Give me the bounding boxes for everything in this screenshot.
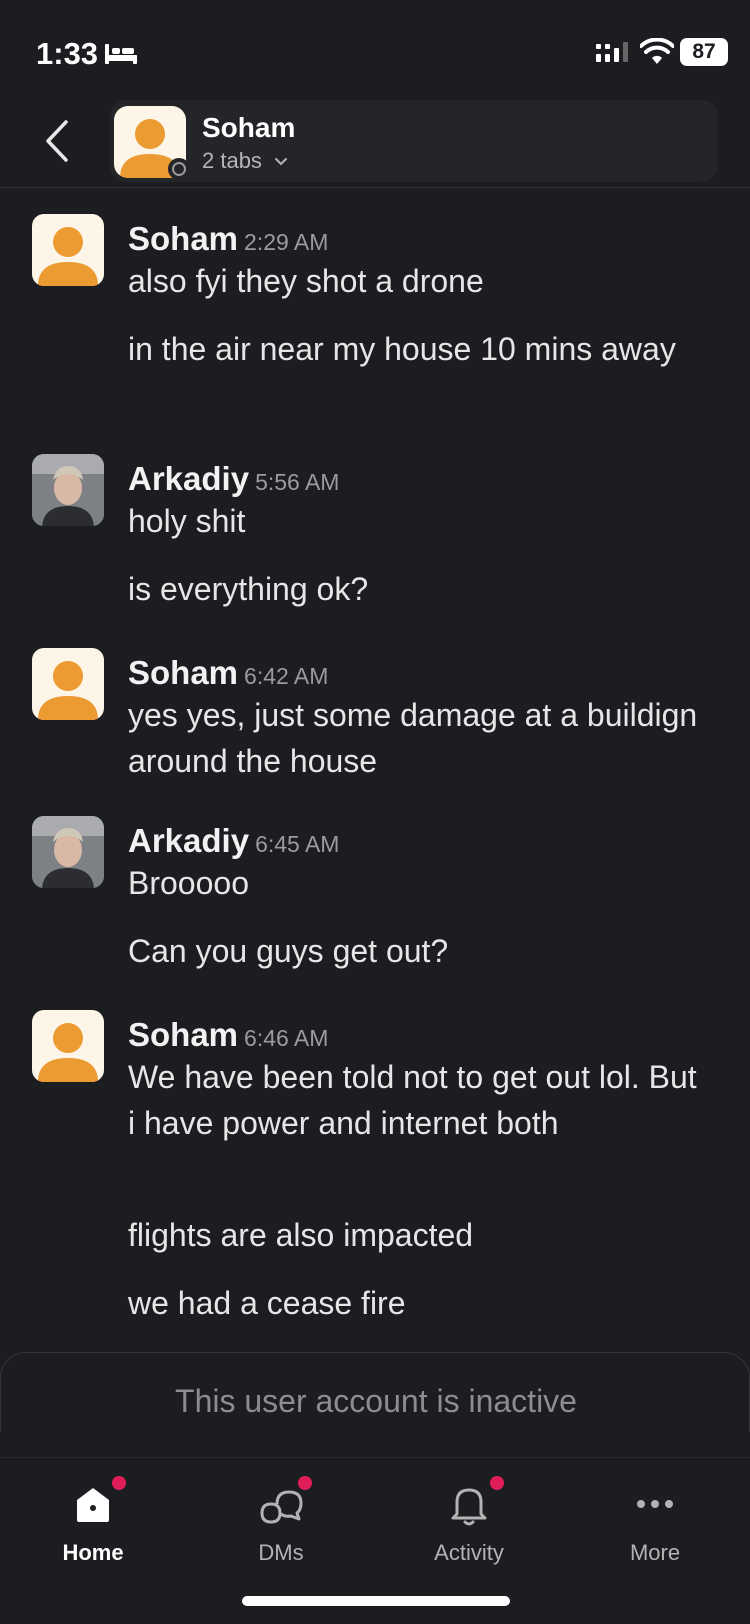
- tab-label: Home: [62, 1540, 124, 1565]
- default-avatar-icon: [38, 661, 98, 720]
- inactive-account-notice: This user account is inactive: [0, 1352, 750, 1432]
- message-header: Arkadiy 5:56 AM: [128, 460, 339, 498]
- message-text: in the air near my house 10 mins away: [128, 331, 676, 367]
- default-avatar-icon: [38, 1023, 98, 1082]
- message-author[interactable]: Arkadiy: [128, 460, 249, 497]
- inactive-account-text: This user account is inactive: [175, 1383, 577, 1419]
- tab-label: More: [629, 1540, 681, 1565]
- message-author[interactable]: Arkadiy: [128, 822, 249, 859]
- dms-badge: [298, 1476, 312, 1490]
- conversation-name: Soham: [202, 112, 296, 143]
- cellular-signal-icon: [596, 42, 628, 62]
- message-text: is everything ok?: [128, 571, 369, 607]
- message-author[interactable]: Soham: [128, 220, 238, 257]
- tab-activity[interactable]: Activity: [394, 1470, 544, 1580]
- bell-icon: [451, 1488, 487, 1526]
- message-header: Arkadiy 6:45 AM: [128, 822, 339, 860]
- message-timestamp: 5:56 AM: [255, 469, 340, 495]
- tabs-label: 2 tabs: [202, 148, 262, 173]
- message-text: also fyi they shot a drone: [128, 263, 484, 299]
- avatar[interactable]: [32, 816, 104, 888]
- tab-dms[interactable]: DMs: [206, 1470, 356, 1580]
- tabs-selector[interactable]: 2 tabs: [202, 148, 288, 174]
- default-avatar-icon: [38, 227, 98, 286]
- profile-photo-icon: [32, 816, 104, 888]
- message-text: holy shit: [128, 503, 246, 539]
- tab-label: Activity: [434, 1540, 504, 1565]
- conversation-title-button[interactable]: Soham 2 tabs: [110, 100, 718, 182]
- message-timestamp: 2:29 AM: [244, 229, 329, 255]
- avatar[interactable]: [32, 1010, 104, 1082]
- home-icon: [77, 1488, 109, 1522]
- message-text: Can you guys get out?: [128, 933, 449, 969]
- status-time: 1:33: [36, 36, 99, 71]
- conversation-header: Soham 2 tabs: [0, 96, 750, 188]
- avatar[interactable]: [32, 648, 104, 720]
- tab-label: DMs: [258, 1540, 304, 1565]
- profile-photo-icon: [32, 454, 104, 526]
- message-text: flights are also impacted: [128, 1217, 474, 1253]
- dms-icon: [260, 1490, 303, 1524]
- more-icon: [637, 1500, 673, 1508]
- message-timestamp: 6:42 AM: [244, 663, 329, 689]
- message-header: Soham 6:46 AM: [128, 1016, 328, 1054]
- message-header: Soham 2:29 AM: [128, 220, 328, 258]
- message-author[interactable]: Soham: [128, 654, 238, 691]
- status-bar: 1:33 87: [0, 0, 750, 96]
- message-text: We have been told not to get out lol. Bu…: [128, 1059, 697, 1141]
- avatar[interactable]: [32, 214, 104, 286]
- home-badge: [112, 1476, 126, 1490]
- message-header: Soham 6:42 AM: [128, 654, 328, 692]
- wifi-icon: [640, 38, 674, 64]
- message-text: yes yes, just some damage at a buildign …: [128, 697, 698, 779]
- activity-badge: [490, 1476, 504, 1490]
- message-text: Brooooo: [128, 865, 249, 901]
- sleep-focus-icon: [105, 44, 137, 64]
- message-timestamp: 6:45 AM: [255, 831, 340, 857]
- message-author[interactable]: Soham: [128, 1016, 238, 1053]
- battery-indicator: 87: [680, 38, 728, 66]
- tab-home[interactable]: Home: [18, 1470, 168, 1580]
- message-timestamp: 6:46 AM: [244, 1025, 329, 1051]
- message-text: we had a cease fire: [128, 1285, 406, 1321]
- chevron-down-icon: [275, 158, 288, 166]
- tab-more[interactable]: More: [580, 1470, 730, 1580]
- home-indicator[interactable]: [242, 1596, 510, 1606]
- back-button[interactable]: [40, 116, 76, 166]
- presence-indicator: [168, 158, 190, 180]
- avatar[interactable]: [32, 454, 104, 526]
